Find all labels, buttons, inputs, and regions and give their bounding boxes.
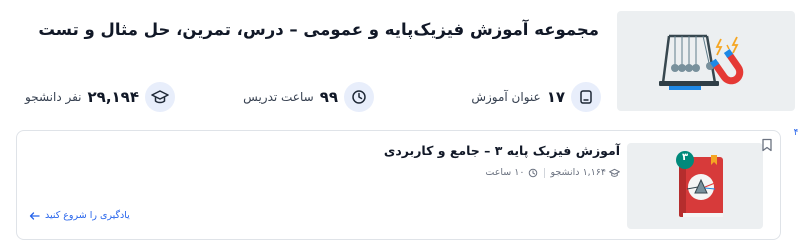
clock-icon	[528, 168, 537, 177]
course-item-hours: ۱۰ ساعت	[485, 167, 537, 178]
course-item-students-text: ۱,۱۶۴ دانشجو	[550, 167, 607, 178]
clock-icon	[344, 82, 374, 112]
course-page: مجموعه آموزش فیزیک‌پایه و عمومی – درس، ت…	[0, 0, 811, 251]
stat-lessons-value: ۱۷	[546, 88, 565, 106]
lessons-icon	[571, 82, 601, 112]
course-item-meta: ۱,۱۶۴ دانشجو ۱۰ ساعت	[485, 167, 620, 178]
course-item-hours-text: ۱۰ ساعت	[485, 167, 525, 178]
stat-students-value: ۲۹,۱۹۴	[87, 88, 139, 106]
meta-divider	[543, 167, 545, 178]
stat-hours-label: ساعت تدریس	[243, 90, 314, 104]
graduation-cap-icon	[609, 168, 620, 177]
bookmark-icon[interactable]	[761, 138, 773, 152]
course-item-title[interactable]: آموزش فیزیک پایه ۳ – جامع و کاربردی	[384, 143, 620, 158]
newtons-cradle-magnet-illustration	[659, 34, 744, 90]
stat-lessons: ۱۷ عنوان آموزش	[471, 82, 601, 112]
book-icon	[676, 151, 723, 217]
course-thumbnail	[617, 11, 795, 111]
page-title: مجموعه آموزش فیزیک‌پایه و عمومی – درس، ت…	[38, 20, 599, 39]
course-item-card[interactable]: ۳ آموزش فیزیک پایه ۳ – جامع و کاربردی ۱,…	[16, 130, 781, 240]
stat-students-label: نفر دانشجو	[25, 90, 82, 104]
section-count: ۴	[793, 128, 799, 138]
graduation-cap-icon	[145, 82, 175, 112]
stat-hours: ۹۹ ساعت تدریس	[243, 82, 374, 112]
arrow-left-icon	[29, 211, 40, 220]
start-learning-label: یادگیری را شروع کنید	[45, 210, 130, 221]
start-learning-link[interactable]: یادگیری را شروع کنید	[29, 210, 130, 221]
stat-students: ۲۹,۱۹۴ نفر دانشجو	[25, 82, 175, 112]
stat-lessons-label: عنوان آموزش	[471, 90, 541, 104]
course-item-number-badge: ۳	[681, 152, 689, 163]
course-item-students: ۱,۱۶۴ دانشجو	[551, 167, 621, 178]
stat-hours-value: ۹۹	[319, 88, 338, 106]
course-item-thumbnail[interactable]: ۳	[627, 143, 763, 229]
